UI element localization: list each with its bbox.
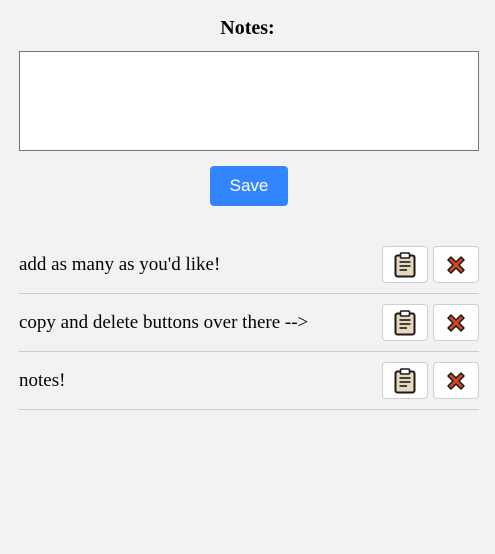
note-actions [382,362,479,399]
note-item: copy and delete buttons over there --> [19,294,479,352]
note-item: add as many as you'd like! [19,236,479,294]
delete-button[interactable] [433,362,479,399]
note-text: copy and delete buttons over there --> [19,311,309,333]
notes-input[interactable] [19,51,479,151]
notes-list: add as many as you'd like! copy and dele… [19,236,479,410]
note-item: notes! [19,352,479,410]
delete-button[interactable] [433,246,479,283]
note-text: add as many as you'd like! [19,253,221,275]
x-icon [447,371,465,390]
copy-button[interactable] [382,362,428,399]
save-button[interactable]: Save [210,166,288,206]
page-title: Notes: [220,17,275,39]
note-text: notes! [19,369,66,391]
copy-button[interactable] [382,246,428,283]
x-icon [447,255,465,274]
note-actions [382,246,479,283]
x-icon [447,313,465,332]
clipboard-icon [394,309,416,335]
clipboard-icon [394,251,416,277]
delete-button[interactable] [433,304,479,341]
copy-button[interactable] [382,304,428,341]
clipboard-icon [394,367,416,393]
note-actions [382,304,479,341]
